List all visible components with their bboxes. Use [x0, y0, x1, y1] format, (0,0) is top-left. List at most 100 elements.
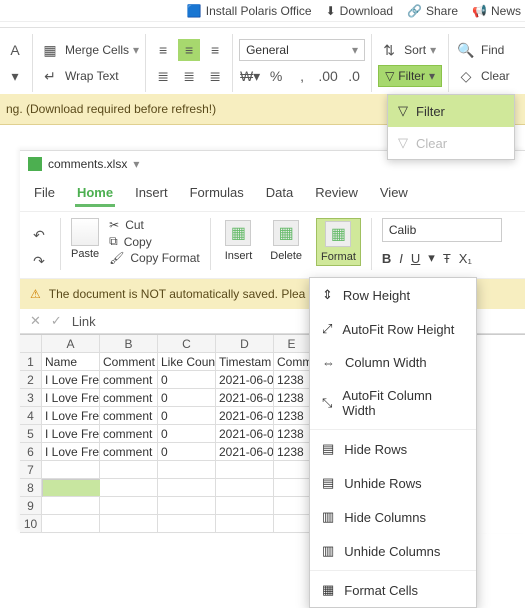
font-color-a-icon[interactable]: A [4, 39, 26, 61]
menu-review[interactable]: Review [313, 181, 360, 207]
paste-button[interactable]: Paste [71, 218, 99, 260]
empty-cell[interactable] [216, 479, 274, 497]
data-cell[interactable]: 1238 [274, 443, 310, 461]
number-format-select[interactable]: General▾ [239, 39, 365, 61]
fmt-unhide-cols[interactable]: ▥Unhide Columns [310, 534, 476, 568]
find-button[interactable]: 🔍Find [455, 39, 510, 61]
fmt-autofit-row[interactable]: ⤢AutoFit Row Height [310, 312, 476, 346]
data-cell[interactable]: I Love Fre [42, 389, 100, 407]
row-header[interactable]: 2 [20, 371, 42, 389]
menu-home[interactable]: Home [75, 181, 115, 207]
data-cell[interactable]: 2021-06-0 [216, 371, 274, 389]
empty-cell[interactable] [42, 515, 100, 533]
cut-button[interactable]: ✂Cut [109, 218, 200, 232]
share-link[interactable]: 🔗 Share [407, 4, 458, 18]
align-center-icon[interactable]: ≡ [178, 39, 200, 61]
empty-cell[interactable] [216, 497, 274, 515]
menu-view[interactable]: View [378, 181, 410, 207]
data-cell[interactable]: I Love Fre [42, 425, 100, 443]
menu-formulas[interactable]: Formulas [188, 181, 246, 207]
data-cell[interactable]: 1238 [274, 371, 310, 389]
data-cell[interactable]: comment [100, 443, 158, 461]
row-header[interactable]: 8 [20, 479, 42, 497]
fmt-row-height[interactable]: ⇕Row Height [310, 278, 476, 312]
fmt-hide-rows[interactable]: ▤Hide Rows [310, 432, 476, 466]
fmt-format-cells[interactable]: ▦Format Cells [310, 573, 476, 607]
strike-button[interactable]: Ŧ [443, 251, 451, 266]
align-middle-icon[interactable]: ≣ [178, 65, 200, 87]
redo-icon[interactable]: ↷ [28, 250, 50, 272]
align-top-icon[interactable]: ≣ [152, 65, 174, 87]
empty-cell[interactable] [100, 461, 158, 479]
empty-cell[interactable] [274, 461, 310, 479]
row-header[interactable]: 4 [20, 407, 42, 425]
data-cell[interactable]: 0 [158, 443, 216, 461]
fmt-autofit-col[interactable]: ⤡AutoFit Column Width [310, 379, 476, 427]
empty-cell[interactable] [100, 497, 158, 515]
align-right-icon[interactable]: ≡ [204, 39, 226, 61]
col-header[interactable]: E [274, 335, 310, 353]
empty-cell[interactable] [216, 515, 274, 533]
inc-decimal-icon[interactable]: .00 [317, 65, 339, 87]
col-header[interactable]: A [42, 335, 100, 353]
row-header[interactable]: 6 [20, 443, 42, 461]
filter-button[interactable]: ▽Filter▾ [378, 65, 442, 87]
insert-button[interactable]: ▦Insert [221, 218, 257, 264]
data-cell[interactable]: I Love Fre [42, 371, 100, 389]
data-cell[interactable]: comment [100, 425, 158, 443]
header-cell[interactable]: Comment [100, 353, 158, 371]
subscript-button[interactable]: X₁ [459, 251, 472, 266]
fx-accept-icon[interactable]: ✓ [51, 313, 62, 329]
col-header[interactable]: D [216, 335, 274, 353]
menu-insert[interactable]: Insert [133, 181, 170, 207]
news-link[interactable]: 📢 News [472, 4, 521, 18]
row-header[interactable]: 1 [20, 353, 42, 371]
empty-cell[interactable] [42, 461, 100, 479]
merge-cells-button[interactable]: ▦Merge Cells▾ [39, 39, 139, 61]
data-cell[interactable]: 1238 [274, 425, 310, 443]
empty-cell[interactable] [158, 515, 216, 533]
empty-cell[interactable] [158, 479, 216, 497]
clear-button[interactable]: ◇Clear [455, 65, 510, 87]
download-link[interactable]: ⬇ Download [326, 4, 393, 18]
copy-format-button[interactable]: 🖌Copy Format [109, 251, 200, 265]
format-button[interactable]: ▦Format [316, 218, 361, 266]
empty-cell[interactable] [100, 479, 158, 497]
title-chevron-icon[interactable]: ▾ [133, 157, 139, 171]
data-cell[interactable]: 0 [158, 371, 216, 389]
empty-cell[interactable] [42, 497, 100, 515]
empty-cell[interactable] [158, 461, 216, 479]
percent-icon[interactable]: % [265, 65, 287, 87]
undo-icon[interactable]: ↶ [28, 224, 50, 246]
underline-button[interactable]: U [411, 251, 420, 266]
data-cell[interactable]: 1238 [274, 389, 310, 407]
empty-cell[interactable] [216, 461, 274, 479]
data-cell[interactable]: 2021-06-0 [216, 389, 274, 407]
wrap-text-button[interactable]: ↵Wrap Text [39, 65, 139, 87]
select-all-cell[interactable] [20, 335, 42, 353]
install-polaris-link[interactable]: 🟦 Install Polaris Office [187, 4, 312, 18]
data-cell[interactable]: comment [100, 407, 158, 425]
data-cell[interactable]: 1238 [274, 407, 310, 425]
header-cell[interactable]: Like Coun [158, 353, 216, 371]
row-header[interactable]: 5 [20, 425, 42, 443]
sort-button[interactable]: ⇅Sort▾ [378, 39, 442, 61]
currency-icon[interactable]: ₩▾ [239, 65, 261, 87]
menu-data[interactable]: Data [264, 181, 295, 207]
align-bottom-icon[interactable]: ≣ [204, 65, 226, 87]
fmt-col-width[interactable]: ⇔Column Width [310, 346, 476, 379]
delete-button[interactable]: ▦Delete [266, 218, 306, 264]
italic-button[interactable]: I [399, 251, 403, 266]
data-cell[interactable]: 2021-06-0 [216, 407, 274, 425]
data-cell[interactable]: 0 [158, 425, 216, 443]
underline-dd-icon[interactable]: ▾ [428, 250, 435, 266]
data-cell[interactable]: 2021-06-0 [216, 425, 274, 443]
data-cell[interactable]: 0 [158, 407, 216, 425]
row-header[interactable]: 9 [20, 497, 42, 515]
align-left-icon[interactable]: ≡ [152, 39, 174, 61]
col-header[interactable]: C [158, 335, 216, 353]
menu-file[interactable]: File [32, 181, 57, 207]
empty-cell[interactable] [274, 515, 310, 533]
font-select[interactable]: Calib [382, 218, 502, 242]
fmt-hide-cols[interactable]: ▥Hide Columns [310, 500, 476, 534]
